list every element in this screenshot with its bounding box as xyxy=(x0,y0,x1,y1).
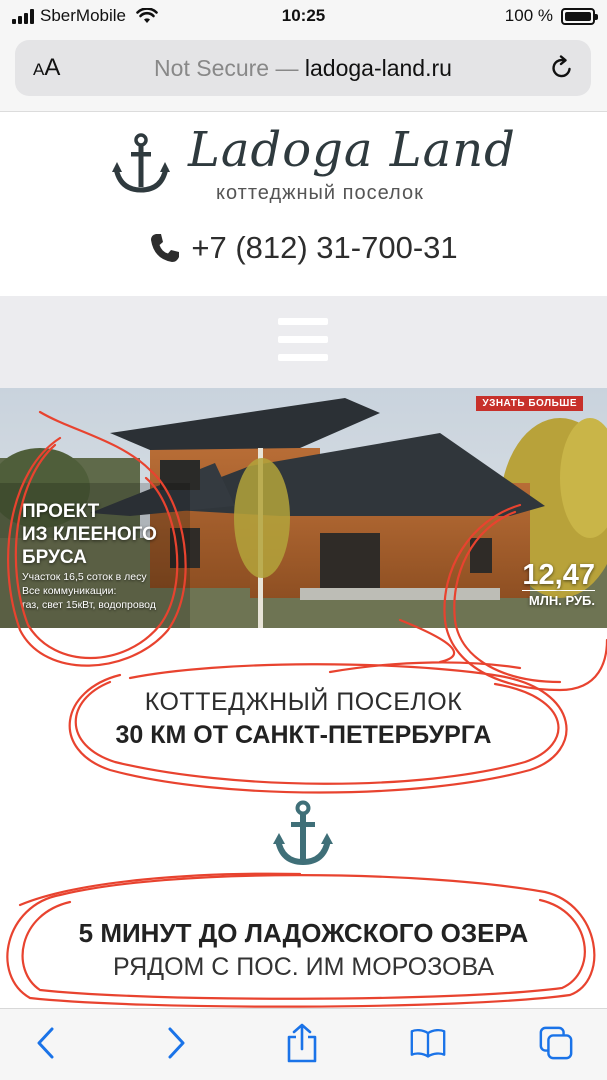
banner-price: 12,47 МЛН. РУБ. xyxy=(522,560,595,608)
browser-top-bar: AA Not Secure — ladoga-land.ru xyxy=(0,34,607,112)
lake-line-1: 5 МИНУТ ДО ЛАДОЖСКОГО ОЗЕРА xyxy=(78,918,529,948)
logo-title[interactable]: Ladoga Land xyxy=(188,122,516,178)
bookmarks-icon xyxy=(410,1028,446,1058)
price-value: 12,47 xyxy=(522,559,595,591)
phone-number[interactable]: +7 (812) 31-700-31 xyxy=(191,230,457,266)
share-button[interactable] xyxy=(284,1023,320,1063)
menu-strip xyxy=(0,296,607,388)
phone-row[interactable]: +7 (812) 31-700-31 xyxy=(0,230,607,266)
url-display[interactable]: Not Secure — ladoga-land.ru xyxy=(15,55,591,82)
forward-button[interactable] xyxy=(158,1023,194,1063)
lake-section: 5 МИНУТ ДО ЛАДОЖСКОГО ОЗЕРА РЯДОМ С ПОС.… xyxy=(0,918,607,982)
bookmarks-button[interactable] xyxy=(410,1023,446,1063)
intro-line-2: 30 КМ ОТ САНКТ-ПЕТЕРБУРГА xyxy=(115,721,492,749)
status-bar: SberMobile 10:25 100 % xyxy=(0,0,607,34)
details-line: Участок 16,5 соток в лесу xyxy=(22,571,147,583)
logo-subtitle: коттеджный поселок xyxy=(216,182,424,204)
price-unit: МЛН. РУБ. xyxy=(522,590,595,608)
browser-bottom-toolbar xyxy=(0,1008,607,1080)
anchor-logo-icon[interactable] xyxy=(112,132,170,194)
headline-line: ПРОЕКТ xyxy=(22,501,100,522)
reload-icon[interactable] xyxy=(549,55,575,81)
learn-more-button[interactable]: УЗНАТЬ БОЛЬШЕ xyxy=(476,396,583,411)
details-line: Все коммуникации: xyxy=(22,585,117,597)
battery-percent: 100 % xyxy=(504,6,553,25)
battery-icon xyxy=(561,7,598,25)
forward-icon xyxy=(168,1027,185,1059)
banner-headline: ПРОЕКТ ИЗ КЛЕЕНОГО БРУСА xyxy=(22,500,157,569)
tabs-button[interactable] xyxy=(538,1023,574,1063)
phone-icon xyxy=(151,234,180,262)
headline-line: БРУСА xyxy=(22,547,87,568)
tabs-icon xyxy=(539,1026,573,1060)
anchor-icon xyxy=(273,800,333,866)
lake-line-2: РЯДОМ С ПОС. ИМ МОРОЗОВА xyxy=(112,953,495,981)
security-label: Not Secure — xyxy=(154,55,305,81)
site-header: Ladoga Land коттеджный поселок +7 (812) … xyxy=(0,112,607,296)
back-button[interactable] xyxy=(28,1023,64,1063)
details-line: газ, свет 15кВт, водопровод xyxy=(22,599,156,611)
address-bar[interactable]: AA Not Secure — ladoga-land.ru xyxy=(15,40,591,96)
banner-details: Участок 16,5 соток в лесу Все коммуникац… xyxy=(22,570,156,612)
headline-line: ИЗ КЛЕЕНОГО xyxy=(22,524,157,545)
url-domain: ladoga-land.ru xyxy=(304,55,452,81)
back-icon xyxy=(37,1027,54,1059)
intro-line-1: КОТТЕДЖНЫЙ ПОСЕЛОК xyxy=(144,688,463,716)
intro-section: КОТТЕДЖНЫЙ ПОСЕЛОК 30 КМ ОТ САНКТ-ПЕТЕРБ… xyxy=(0,688,607,750)
battery-fill xyxy=(565,11,591,21)
hamburger-menu-icon[interactable] xyxy=(278,318,328,362)
share-icon xyxy=(287,1023,317,1063)
status-right: 100 % xyxy=(504,6,598,26)
promo-banner[interactable]: УЗНАТЬ БОЛЬШЕ ПРОЕКТ ИЗ КЛЕЕНОГО БРУСА У… xyxy=(0,388,607,628)
